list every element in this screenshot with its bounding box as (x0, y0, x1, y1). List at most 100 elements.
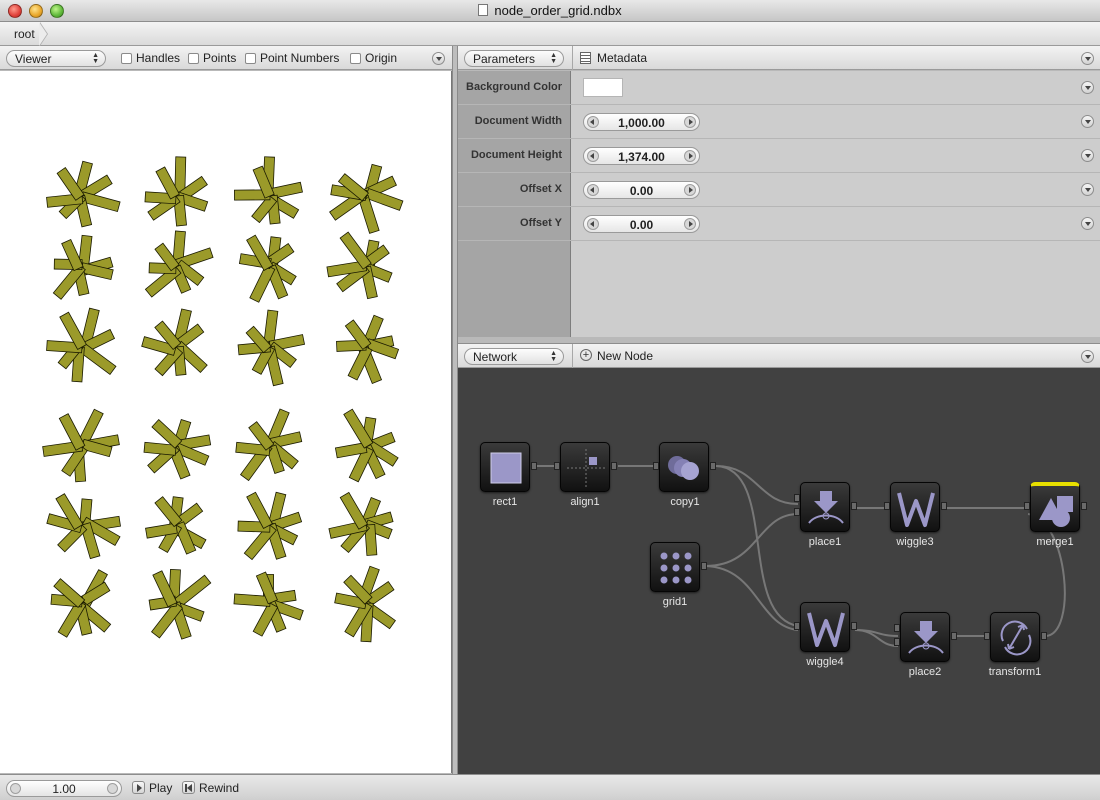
output-port[interactable] (611, 462, 617, 470)
star-shape (334, 565, 396, 643)
merge-icon (1039, 496, 1073, 527)
decrement-arrow-icon[interactable] (587, 218, 599, 230)
rewind-icon[interactable] (182, 781, 195, 794)
input-port[interactable] (894, 624, 900, 632)
viewer-options-menu-button[interactable] (432, 52, 445, 65)
output-port[interactable] (710, 462, 716, 470)
increment-arrow-icon[interactable] (684, 218, 696, 230)
increment-arrow-icon[interactable] (684, 150, 696, 162)
node-merge1[interactable] (1030, 482, 1080, 532)
play-button[interactable]: Play (149, 781, 172, 795)
input-port[interactable] (794, 494, 800, 502)
output-port[interactable] (951, 632, 957, 640)
node-copy1[interactable] (659, 442, 709, 492)
star-shape (237, 309, 306, 387)
input-port[interactable] (794, 622, 800, 630)
output-port[interactable] (941, 502, 947, 510)
output-port[interactable] (531, 462, 537, 470)
point-numbers-checkbox[interactable] (245, 53, 256, 64)
decrement-arrow-icon[interactable] (10, 783, 21, 794)
star-shape (329, 163, 404, 234)
node-rect1[interactable] (480, 442, 530, 492)
output-port[interactable] (851, 622, 857, 630)
decrement-arrow-icon[interactable] (587, 150, 599, 162)
network-connections (537, 465, 1066, 647)
node-transform1[interactable] (990, 612, 1040, 662)
play-icon[interactable] (132, 781, 145, 794)
input-port[interactable] (653, 462, 659, 470)
star-shape (141, 308, 208, 377)
input-port[interactable] (794, 508, 800, 516)
input-port[interactable] (894, 638, 900, 646)
output-port[interactable] (701, 562, 707, 570)
param-label: Background Color (466, 81, 562, 93)
point-numbers-label: Point Numbers (260, 51, 340, 65)
node-label: rect1 (492, 496, 518, 508)
output-port[interactable] (1041, 632, 1047, 640)
network-options-menu-button[interactable] (1081, 350, 1094, 363)
metadata-button[interactable]: Metadata (597, 51, 647, 65)
decrement-arrow-icon[interactable] (587, 116, 599, 128)
frame-field[interactable]: 1.00 (6, 780, 122, 797)
updown-arrows-icon: ▲ ▼ (550, 52, 557, 65)
increment-arrow-icon[interactable] (684, 184, 696, 196)
node-label: wiggle3 (896, 536, 934, 548)
star-shape (46, 160, 121, 228)
document-height-field[interactable]: 1,374.00 (583, 147, 700, 165)
offset-x-field[interactable]: 0.00 (583, 181, 700, 199)
points-label: Points (203, 51, 237, 65)
param-row-offset-y: Offset Y 0.00 (458, 207, 1100, 241)
input-port[interactable] (1024, 502, 1030, 510)
output-port[interactable] (851, 502, 857, 510)
decrement-arrow-icon[interactable] (587, 184, 599, 196)
window-title-container: node_order_grid.ndbx (0, 3, 1100, 18)
param-label: Document Height (470, 149, 562, 161)
star-shape (143, 418, 212, 480)
parameters-tab-select[interactable]: Parameters ▲ ▼ (464, 50, 564, 67)
param-menu-button[interactable] (1081, 183, 1094, 196)
network-canvas[interactable]: rect1 align1 copy1 grid1 place1 wiggle3 … (458, 368, 1100, 774)
param-menu-button[interactable] (1081, 217, 1094, 230)
new-node-button[interactable]: New Node (597, 349, 653, 363)
star-shape (328, 491, 394, 556)
param-menu-button[interactable] (1081, 149, 1094, 162)
param-menu-button[interactable] (1081, 81, 1094, 94)
viewer-canvas[interactable] (0, 71, 452, 773)
input-port[interactable] (884, 502, 890, 510)
node-wiggle4[interactable] (800, 602, 850, 652)
origin-checkbox[interactable] (350, 53, 361, 64)
rewind-button[interactable]: Rewind (199, 781, 239, 795)
input-port[interactable] (554, 462, 560, 470)
points-checkbox[interactable] (188, 53, 199, 64)
increment-arrow-icon[interactable] (684, 116, 696, 128)
output-port[interactable] (1081, 502, 1087, 510)
parameters-panel: Background Color Document Width 1,000.00… (458, 71, 1100, 337)
offset-y-field[interactable]: 0.00 (583, 215, 700, 233)
increment-arrow-icon[interactable] (107, 783, 118, 794)
network-mode-select[interactable]: Network ▲ ▼ (464, 348, 564, 365)
node-grid1[interactable] (650, 542, 700, 592)
param-menu-button[interactable] (1081, 115, 1094, 128)
node-align1[interactable] (560, 442, 610, 492)
document-icon (478, 4, 489, 16)
breadcrumb-separator-fill (39, 22, 47, 46)
parameters-options-menu-button[interactable] (1081, 52, 1094, 65)
background-color-swatch[interactable] (583, 78, 623, 97)
handles-checkbox[interactable] (121, 53, 132, 64)
node-place2[interactable] (900, 612, 950, 662)
document-width-field[interactable]: 1,000.00 (583, 113, 700, 131)
node-place1[interactable] (800, 482, 850, 532)
copy-icon (668, 456, 699, 480)
param-row-background-color: Background Color (458, 71, 1100, 105)
viewer-mode-select[interactable]: Viewer ▲ ▼ (6, 50, 106, 67)
parameters-tab-label: Parameters (473, 52, 536, 66)
window-title: node_order_grid.ndbx (494, 3, 622, 18)
toolbar-separator (572, 344, 573, 368)
star-shape (144, 156, 209, 227)
input-port[interactable] (984, 632, 990, 640)
node-wiggle3[interactable] (890, 482, 940, 532)
star-shape (234, 156, 303, 225)
add-icon: + (580, 349, 592, 361)
place-icon (908, 621, 944, 654)
metadata-icon (580, 52, 591, 64)
